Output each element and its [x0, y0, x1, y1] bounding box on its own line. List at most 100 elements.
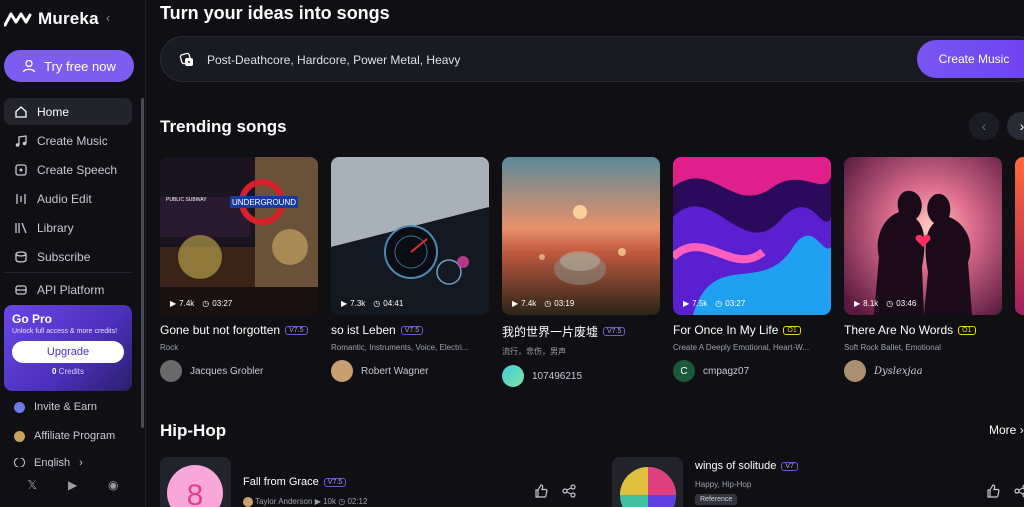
go-pro-card: Go Pro Unlock full access & more credits… — [4, 305, 132, 391]
sidebar-item-create-speech[interactable]: Create Speech — [4, 156, 132, 183]
sidebar-item-home[interactable]: Home — [4, 98, 132, 125]
try-free-button[interactable]: Try free now — [4, 50, 134, 82]
more-link[interactable]: More › — [989, 423, 1024, 437]
song-title-text: so ist Leben — [331, 323, 396, 337]
version-badge: V7.5 — [603, 327, 626, 336]
affiliate-program-link[interactable]: Affiliate Program — [14, 430, 115, 442]
next-arrow-button[interactable]: › — [1007, 112, 1024, 140]
song-title[interactable]: There Are No Words O1 — [844, 323, 1002, 337]
share-icon[interactable] — [1014, 484, 1024, 498]
duration: ◷ 03:19 — [544, 299, 575, 308]
song-cover[interactable]: ▶ 7.5k ◷ 03:27 — [673, 157, 831, 315]
invite-earn-link[interactable]: Invite & Earn — [14, 401, 97, 413]
logo[interactable]: Mureka — [4, 8, 99, 30]
song-title[interactable]: Gone but not forgotten V7.5 — [160, 323, 318, 337]
play-icon: ▶ — [314, 497, 321, 507]
sidebar-item-label: Create Speech — [37, 162, 118, 177]
dice-icon[interactable] — [179, 52, 195, 68]
prev-arrow-button[interactable]: ‹ — [969, 112, 999, 140]
main-content: Turn your ideas into songs Post-Deathcor… — [147, 0, 1024, 507]
song-card[interactable]: ▶ 7.5k ◷ 03:27 For Once In My Life O1 Cre… — [673, 157, 831, 382]
discord-icon[interactable]: ◉ — [108, 478, 118, 492]
play-count: ▶ 7.4k — [512, 299, 537, 308]
song-card[interactable]: ▶ 7.4k ◷ 03:19 我的世界一片废墟 V7.5 流行，悲伤，男声 107… — [502, 157, 660, 387]
song-title-text: For Once In My Life — [673, 323, 779, 337]
duration: ◷ 03:27 — [202, 299, 233, 308]
language-selector[interactable]: English › — [14, 458, 83, 467]
song-card-partial[interactable] — [1015, 157, 1024, 315]
credits-label: Credits — [58, 367, 85, 376]
hiphop-cover[interactable]: 8 — [160, 457, 231, 507]
sidebar-item-label: Audio Edit — [37, 191, 92, 206]
avatar — [502, 365, 524, 387]
library-icon — [15, 222, 27, 233]
duration-value: 03:19 — [554, 299, 575, 308]
song-cover[interactable]: ▶ 7.3k ◷ 04:41 — [331, 157, 489, 315]
language-label: English — [34, 458, 71, 467]
app-name: Mureka — [38, 9, 99, 28]
sidebar-item-subscribe[interactable]: Subscribe — [4, 243, 132, 270]
play-count: ▶ 7.3k — [341, 299, 366, 308]
go-pro-title: Go Pro — [12, 312, 53, 326]
play-count-value: 7.5k — [692, 299, 708, 308]
globe-icon — [14, 458, 25, 467]
song-author[interactable]: 107496215 — [502, 365, 660, 387]
hiphop-song-meta: Taylor Anderson ▶ 10k ◷ 02:12 — [243, 497, 367, 507]
sidebar-item-create-music[interactable]: Create Music — [4, 127, 132, 154]
avatar — [160, 360, 182, 382]
sidebar-item-label: Subscribe — [37, 249, 91, 264]
version-badge: O1 — [958, 325, 976, 335]
song-card[interactable]: ▶ 8.1k ◷ 03:46 There Are No Words O1 Soft… — [844, 157, 1002, 382]
song-cover[interactable]: UNDERGROUND PUBLIC SUBWAY ▶ 7.4k ◷ 03:27 — [160, 157, 318, 315]
cover-pink-art-image: 8 — [160, 457, 231, 507]
song-title[interactable]: so ist Leben V7.5 — [331, 323, 489, 337]
hiphop-song-title-text: Fall from Grace — [243, 476, 319, 488]
thumbs-up-icon[interactable] — [986, 484, 1000, 498]
prompt-input[interactable]: Post-Deathcore, Hardcore, Power Metal, H… — [207, 53, 460, 67]
version-badge: O1 — [783, 325, 801, 335]
hiphop-actions — [986, 484, 1024, 498]
cover-colorwheel-image — [612, 457, 683, 507]
song-author[interactable]: Dyslexjaa — [844, 360, 1002, 382]
song-title-text: Gone but not forgotten — [160, 323, 281, 337]
song-cover[interactable]: ▶ 8.1k ◷ 03:46 — [844, 157, 1002, 315]
song-author[interactable]: Jacques Grobler — [160, 360, 318, 382]
hiphop-cover[interactable] — [612, 457, 683, 507]
sidebar-scrollbar[interactable] — [141, 98, 144, 428]
song-author[interactable]: Robert Wagner — [331, 360, 489, 382]
collapse-sidebar-icon[interactable]: ‹ — [106, 11, 110, 25]
song-cover[interactable]: ▶ 7.4k ◷ 03:19 — [502, 157, 660, 315]
song-title[interactable]: For Once In My Life O1 — [673, 323, 831, 337]
song-genre: Rock — [160, 343, 179, 352]
song-author[interactable]: C cmpagz07 — [673, 360, 831, 382]
sidebar-item-api-platform[interactable]: API Platform — [4, 276, 132, 303]
sidebar-item-audio-edit[interactable]: Audio Edit — [4, 185, 132, 212]
author-name: Jacques Grobler — [190, 365, 264, 377]
version-badge: V7.5 — [400, 325, 424, 335]
x-twitter-icon[interactable]: 𝕏 — [27, 478, 37, 492]
thumbs-up-icon[interactable] — [534, 484, 548, 498]
cover-sunset-jar-image — [502, 157, 660, 315]
prompt-bar[interactable]: Post-Deathcore, Hardcore, Power Metal, H… — [160, 36, 1024, 82]
song-card[interactable]: UNDERGROUND PUBLIC SUBWAY ▶ 7.4k ◷ 03:27… — [160, 157, 318, 382]
home-icon — [15, 105, 27, 118]
song-card[interactable]: ▶ 7.3k ◷ 04:41 so ist Leben V7.5 Romantic… — [331, 157, 489, 382]
duration: ◷ 03:27 — [715, 299, 746, 308]
upgrade-button[interactable]: Upgrade — [12, 341, 124, 363]
duration-value: 02:12 — [347, 497, 368, 507]
share-icon[interactable] — [562, 484, 576, 498]
hiphop-actions — [534, 484, 576, 498]
song-cover[interactable] — [1015, 157, 1024, 315]
svg-text:PUBLIC SUBWAY: PUBLIC SUBWAY — [166, 197, 207, 203]
song-title-text: 我的世界一片废墟 — [502, 325, 599, 339]
duration: ◷ 04:41 — [373, 299, 404, 308]
song-title[interactable]: 我的世界一片废墟 V7.5 — [502, 323, 660, 340]
create-music-button[interactable]: Create Music — [917, 40, 1024, 78]
hiphop-song-title[interactable]: Fall from Grace V7.5 — [243, 476, 347, 488]
divider — [4, 272, 132, 273]
sidebar-item-library[interactable]: Library — [4, 214, 132, 241]
youtube-icon[interactable]: ▶ — [68, 478, 77, 492]
api-icon — [15, 284, 27, 295]
svg-text:UNDERGROUND: UNDERGROUND — [232, 198, 296, 207]
hiphop-song-title[interactable]: wings of solitude V7 — [695, 460, 798, 472]
